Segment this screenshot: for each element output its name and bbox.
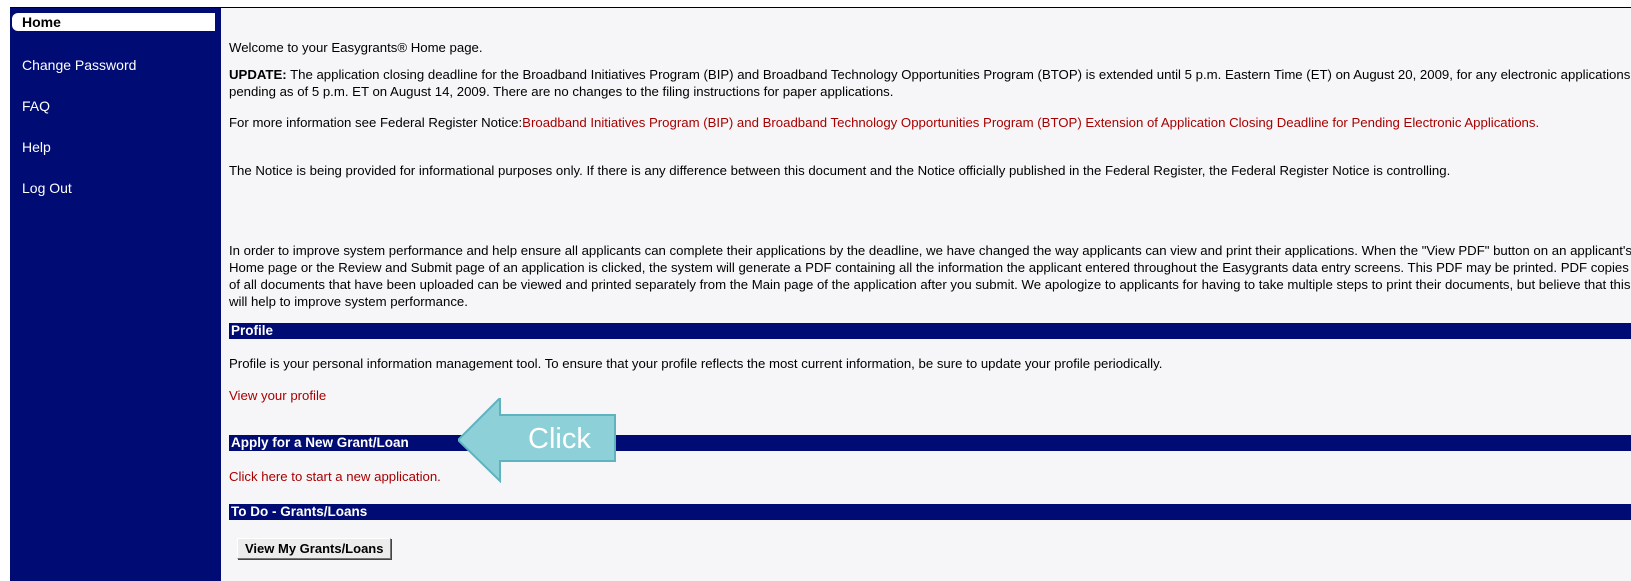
start-new-application-link[interactable]: Click here to start a new application. — [229, 468, 441, 485]
update-label: UPDATE: — [229, 67, 287, 82]
update-notice: UPDATE: The application closing deadline… — [229, 66, 1631, 100]
sidebar-item-help[interactable]: Help — [22, 139, 51, 155]
sidebar-home-tab[interactable]: Home — [12, 13, 215, 31]
update-text: The application closing deadline for the… — [229, 67, 1631, 99]
apply-section-header: Apply for a New Grant/Loan — [229, 435, 1631, 451]
left-arrow-callout-icon: Click — [456, 395, 630, 492]
todo-section-header: To Do - Grants/Loans — [229, 504, 1631, 520]
view-profile-link[interactable]: View your profile — [229, 387, 326, 404]
view-my-grants-loans-button[interactable]: View My Grants/Loans — [237, 538, 392, 559]
performance-notice: In order to improve system performance a… — [229, 243, 1631, 309]
main-content: Welcome to your Easygrants® Home page. U… — [229, 8, 1631, 581]
federal-register-link[interactable]: Broadband Initiatives Program (BIP) and … — [522, 115, 1539, 130]
welcome-text: Welcome to your Easygrants® Home page. — [229, 40, 483, 55]
sidebar-item-faq[interactable]: FAQ — [22, 98, 50, 114]
federal-register-notice: For more information see Federal Registe… — [229, 114, 1631, 131]
notice-disclaimer: The Notice is being provided for informa… — [229, 163, 1451, 178]
profile-description: Profile is your personal information man… — [229, 356, 1163, 371]
more-info-prefix: For more information see Federal Registe… — [229, 115, 523, 130]
profile-section-header: Profile — [229, 323, 1631, 339]
sidebar-item-change-password[interactable]: Change Password — [22, 57, 136, 73]
app-frame: Home Change Password FAQ Help Log Out We… — [10, 7, 1631, 581]
sidebar: Home Change Password FAQ Help Log Out — [10, 8, 221, 581]
sidebar-item-log-out[interactable]: Log Out — [22, 180, 72, 196]
callout-label: Click — [528, 423, 591, 455]
